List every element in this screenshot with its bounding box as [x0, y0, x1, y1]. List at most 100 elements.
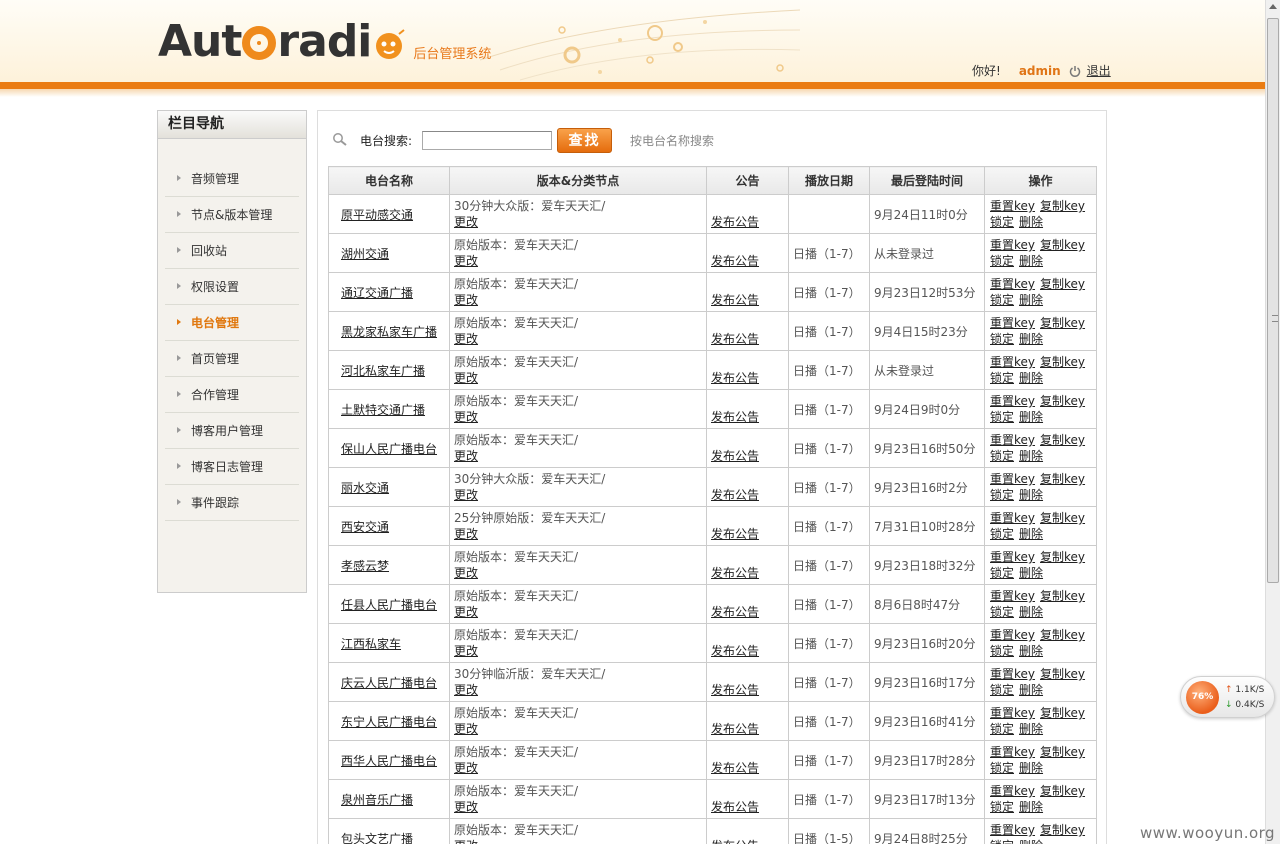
lock-link[interactable]: 锁定 [990, 761, 1014, 775]
delete-link[interactable]: 删除 [1019, 215, 1043, 229]
reset-key-link[interactable]: 重置key [990, 667, 1035, 681]
station-name-link[interactable]: 河北私家车广播 [341, 364, 425, 378]
publish-notice-link[interactable]: 发布公告 [711, 527, 759, 541]
sidebar-item[interactable]: 合作管理 [165, 377, 299, 413]
publish-notice-link[interactable]: 发布公告 [711, 605, 759, 619]
lock-link[interactable]: 锁定 [990, 332, 1014, 346]
vertical-scrollbar[interactable] [1265, 0, 1280, 844]
delete-link[interactable]: 删除 [1019, 527, 1043, 541]
copy-key-link[interactable]: 复制key [1040, 511, 1085, 525]
reset-key-link[interactable]: 重置key [990, 511, 1035, 525]
edit-version-link[interactable]: 更改 [454, 448, 702, 464]
lock-link[interactable]: 锁定 [990, 371, 1014, 385]
edit-version-link[interactable]: 更改 [454, 799, 702, 815]
scroll-up-arrow-icon[interactable] [1269, 4, 1277, 9]
reset-key-link[interactable]: 重置key [990, 433, 1035, 447]
edit-version-link[interactable]: 更改 [454, 565, 702, 581]
copy-key-link[interactable]: 复制key [1040, 823, 1085, 837]
copy-key-link[interactable]: 复制key [1040, 433, 1085, 447]
edit-version-link[interactable]: 更改 [454, 292, 702, 308]
sidebar-item[interactable]: 事件跟踪 [165, 485, 299, 521]
delete-link[interactable]: 删除 [1019, 605, 1043, 619]
edit-version-link[interactable]: 更改 [454, 643, 702, 659]
lock-link[interactable]: 锁定 [990, 254, 1014, 268]
delete-link[interactable]: 删除 [1019, 839, 1043, 844]
reset-key-link[interactable]: 重置key [990, 238, 1035, 252]
publish-notice-link[interactable]: 发布公告 [711, 410, 759, 424]
lock-link[interactable]: 锁定 [990, 605, 1014, 619]
lock-link[interactable]: 锁定 [990, 839, 1014, 844]
delete-link[interactable]: 删除 [1019, 644, 1043, 658]
lock-link[interactable]: 锁定 [990, 449, 1014, 463]
station-name-link[interactable]: 西华人民广播电台 [341, 754, 437, 768]
copy-key-link[interactable]: 复制key [1040, 238, 1085, 252]
station-name-link[interactable]: 孝感云梦 [341, 559, 389, 573]
sidebar-item[interactable]: 权限设置 [165, 269, 299, 305]
edit-version-link[interactable]: 更改 [454, 604, 702, 620]
lock-link[interactable]: 锁定 [990, 293, 1014, 307]
publish-notice-link[interactable]: 发布公告 [711, 839, 759, 844]
publish-notice-link[interactable]: 发布公告 [711, 371, 759, 385]
publish-notice-link[interactable]: 发布公告 [711, 488, 759, 502]
station-name-link[interactable]: 江西私家车 [341, 637, 401, 651]
edit-version-link[interactable]: 更改 [454, 721, 702, 737]
publish-notice-link[interactable]: 发布公告 [711, 293, 759, 307]
station-name-link[interactable]: 丽水交通 [341, 481, 389, 495]
station-name-link[interactable]: 西安交通 [341, 520, 389, 534]
copy-key-link[interactable]: 复制key [1040, 394, 1085, 408]
search-button[interactable]: 查找 [557, 127, 613, 153]
delete-link[interactable]: 删除 [1019, 449, 1043, 463]
edit-version-link[interactable]: 更改 [454, 214, 702, 230]
station-name-link[interactable]: 包头文艺广播 [341, 832, 413, 844]
copy-key-link[interactable]: 复制key [1040, 355, 1085, 369]
network-monitor-widget[interactable]: 76% ↑ 1.1K/S ↓ 0.4K/S [1180, 676, 1275, 718]
search-input[interactable] [422, 130, 553, 150]
edit-version-link[interactable]: 更改 [454, 331, 702, 347]
publish-notice-link[interactable]: 发布公告 [711, 722, 759, 736]
delete-link[interactable]: 删除 [1019, 293, 1043, 307]
station-name-link[interactable]: 庆云人民广播电台 [341, 676, 437, 690]
sidebar-item[interactable]: 音频管理 [165, 161, 299, 197]
station-name-link[interactable]: 通辽交通广播 [341, 286, 413, 300]
station-name-link[interactable]: 任县人民广播电台 [341, 598, 437, 612]
lock-link[interactable]: 锁定 [990, 410, 1014, 424]
reset-key-link[interactable]: 重置key [990, 472, 1035, 486]
lock-link[interactable]: 锁定 [990, 800, 1014, 814]
logout-link[interactable]: 退出 [1087, 62, 1111, 79]
reset-key-link[interactable]: 重置key [990, 784, 1035, 798]
delete-link[interactable]: 删除 [1019, 371, 1043, 385]
reset-key-link[interactable]: 重置key [990, 394, 1035, 408]
lock-link[interactable]: 锁定 [990, 215, 1014, 229]
station-name-link[interactable]: 保山人民广播电台 [341, 442, 437, 456]
edit-version-link[interactable]: 更改 [454, 409, 702, 425]
copy-key-link[interactable]: 复制key [1040, 667, 1085, 681]
reset-key-link[interactable]: 重置key [990, 628, 1035, 642]
delete-link[interactable]: 删除 [1019, 800, 1043, 814]
copy-key-link[interactable]: 复制key [1040, 199, 1085, 213]
delete-link[interactable]: 删除 [1019, 332, 1043, 346]
edit-version-link[interactable]: 更改 [454, 682, 702, 698]
reset-key-link[interactable]: 重置key [990, 355, 1035, 369]
edit-version-link[interactable]: 更改 [454, 370, 702, 386]
lock-link[interactable]: 锁定 [990, 644, 1014, 658]
edit-version-link[interactable]: 更改 [454, 838, 702, 844]
edit-version-link[interactable]: 更改 [454, 253, 702, 269]
reset-key-link[interactable]: 重置key [990, 706, 1035, 720]
copy-key-link[interactable]: 复制key [1040, 277, 1085, 291]
sidebar-item[interactable]: 电台管理 [165, 305, 299, 341]
delete-link[interactable]: 删除 [1019, 761, 1043, 775]
copy-key-link[interactable]: 复制key [1040, 472, 1085, 486]
reset-key-link[interactable]: 重置key [990, 550, 1035, 564]
copy-key-link[interactable]: 复制key [1040, 316, 1085, 330]
sidebar-item[interactable]: 博客用户管理 [165, 413, 299, 449]
publish-notice-link[interactable]: 发布公告 [711, 566, 759, 580]
scrollbar-thumb[interactable] [1267, 18, 1279, 583]
delete-link[interactable]: 删除 [1019, 683, 1043, 697]
power-icon[interactable] [1069, 65, 1081, 77]
copy-key-link[interactable]: 复制key [1040, 706, 1085, 720]
reset-key-link[interactable]: 重置key [990, 277, 1035, 291]
delete-link[interactable]: 删除 [1019, 410, 1043, 424]
copy-key-link[interactable]: 复制key [1040, 628, 1085, 642]
sidebar-item[interactable]: 回收站 [165, 233, 299, 269]
lock-link[interactable]: 锁定 [990, 566, 1014, 580]
